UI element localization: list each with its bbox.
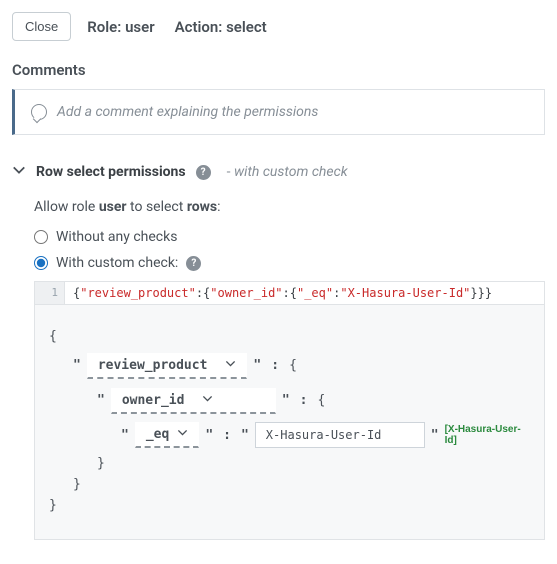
brace-open: { <box>317 393 325 408</box>
radio-with-label[interactable]: With custom check: <box>56 255 178 271</box>
allow-description: Allow role user to select rows: <box>34 199 545 215</box>
option-without-checks[interactable]: Without any checks <box>34 229 545 245</box>
radio-with[interactable] <box>34 256 48 270</box>
quote: " <box>241 428 249 443</box>
brace-close: } <box>49 477 530 492</box>
permissions-title: Row select permissions <box>36 164 186 180</box>
action-label: Action: select <box>175 18 267 36</box>
help-icon[interactable]: ? <box>186 256 201 271</box>
comments-title: Comments <box>12 61 545 79</box>
colon: : <box>300 393 308 408</box>
quote: " <box>253 358 261 373</box>
comment-placeholder: Add a comment explaining the permissions <box>57 104 318 120</box>
builder-row-level2: " owner_id " : { <box>49 387 530 414</box>
builder-row-level3: " _eq " : " " [X-Hasura-User-Id] <box>49 422 530 448</box>
session-var-chip[interactable]: [X-Hasura-User-Id] <box>445 424 530 446</box>
help-icon[interactable]: ? <box>196 165 211 180</box>
comment-input[interactable]: Add a comment explaining the permissions <box>12 89 545 135</box>
permission-builder: { " review_product " : { " owner_id " : … <box>34 305 545 540</box>
quote: " <box>121 428 129 443</box>
quote: " <box>97 393 105 408</box>
role-label: Role: user <box>87 18 154 36</box>
radio-without-label[interactable]: Without any checks <box>56 229 177 245</box>
permissions-header: Row select permissions ? - with custom c… <box>12 163 545 181</box>
field-select-review-product[interactable]: review_product <box>87 353 248 379</box>
code-content[interactable]: {"review_product":{"owner_id":{"_eq":"X-… <box>65 282 544 304</box>
option-with-custom[interactable]: With custom check: ? <box>34 255 545 271</box>
chevron-down-icon[interactable] <box>12 163 26 181</box>
close-button[interactable]: Close <box>12 12 71 41</box>
chevron-down-icon <box>225 358 236 373</box>
colon: : <box>271 358 279 373</box>
quote: " <box>205 428 213 443</box>
operator-select-eq[interactable]: _eq <box>135 422 199 448</box>
field-select-owner-id[interactable]: owner_id <box>111 388 276 414</box>
line-number: 1 <box>35 282 65 304</box>
radio-without[interactable] <box>34 230 48 244</box>
permissions-subtitle: - with custom check <box>221 164 348 180</box>
chat-icon <box>31 104 47 120</box>
brace-open: { <box>49 329 530 344</box>
header-meta: Role: user Action: select <box>87 18 266 36</box>
brace-open: { <box>289 358 297 373</box>
colon: : <box>223 428 231 443</box>
quote: " <box>73 358 81 373</box>
quote: " <box>431 428 439 443</box>
check-options: Without any checks With custom check: ? <box>34 229 545 271</box>
brace-close: } <box>49 498 530 513</box>
brace-close: } <box>49 456 530 471</box>
value-input[interactable] <box>255 422 425 448</box>
quote: " <box>282 393 290 408</box>
code-editor[interactable]: 1 {"review_product":{"owner_id":{"_eq":"… <box>34 281 545 305</box>
builder-row-level1: " review_product " : { <box>49 352 530 379</box>
chevron-down-icon <box>202 393 213 408</box>
chevron-down-icon <box>177 427 188 442</box>
header: Close Role: user Action: select <box>12 12 545 41</box>
